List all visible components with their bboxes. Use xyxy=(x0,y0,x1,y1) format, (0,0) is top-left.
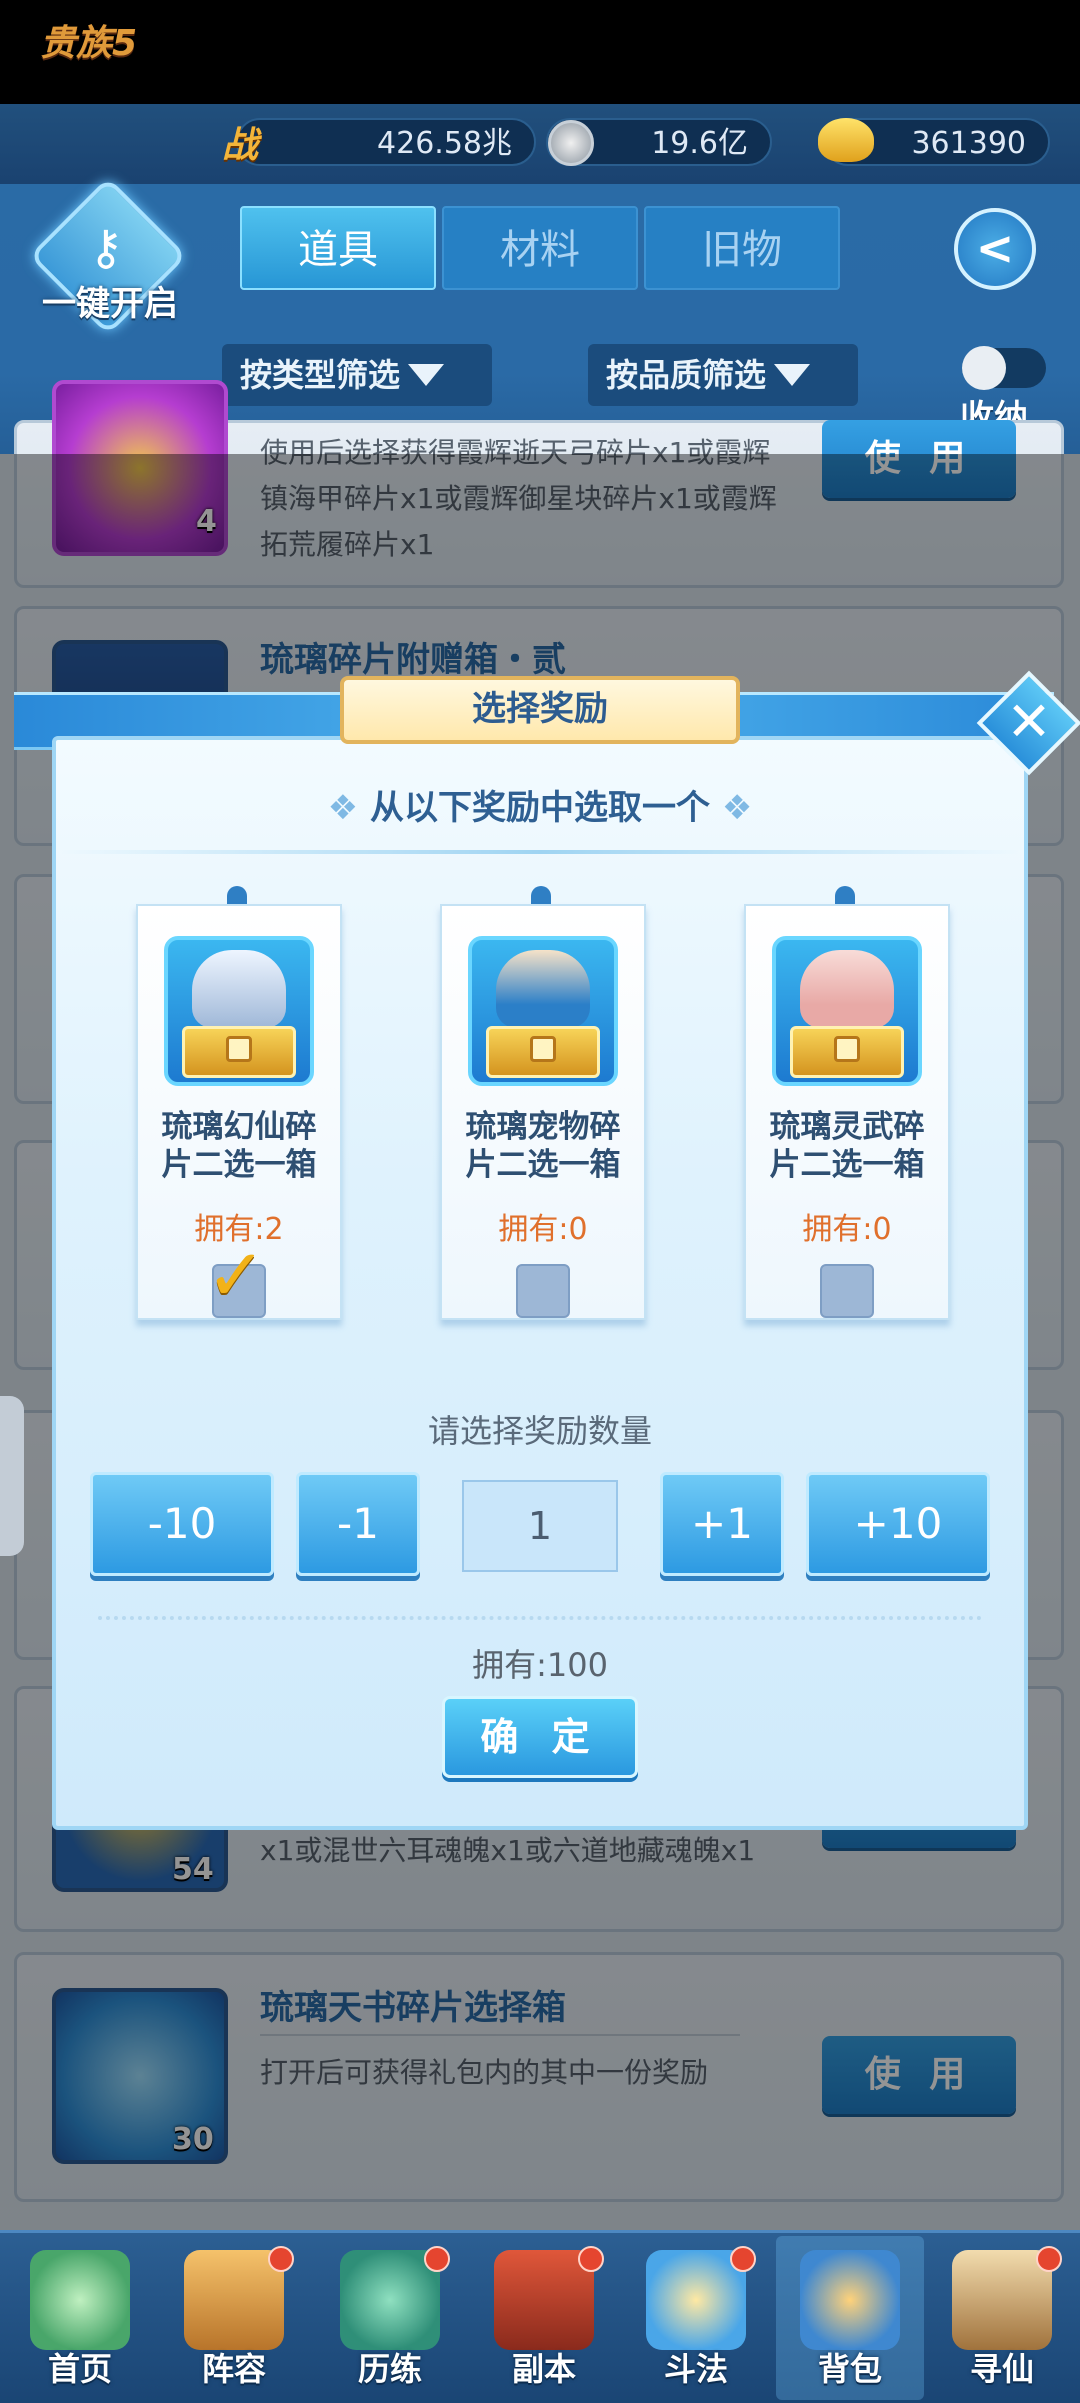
confirm-button[interactable]: 确 定 xyxy=(442,1696,638,1778)
nav-label: 背包 xyxy=(817,2350,882,2388)
combat-icon: 战 xyxy=(222,125,259,166)
reward-chest-icon[interactable] xyxy=(164,936,314,1086)
nav-label: 历练 xyxy=(357,2350,422,2388)
nav-label: 寻仙 xyxy=(969,2350,1034,2388)
notification-badge xyxy=(578,2246,604,2272)
instruction-text: ❖ 从以下奖励中选取一个 ❖ xyxy=(327,788,753,828)
nav-item-backpack[interactable]: 背包 xyxy=(776,2240,924,2400)
reward-option-name: 琉璃灵武碎 片二选一箱 xyxy=(769,1109,925,1183)
backpack-icon xyxy=(800,2250,900,2350)
notification-badge xyxy=(424,2246,450,2272)
gold-ingot-icon xyxy=(818,118,874,162)
nav-item-duel[interactable]: 斗法 xyxy=(622,2240,770,2400)
reward-checkbox[interactable] xyxy=(820,1264,874,1318)
side-drawer-handle[interactable] xyxy=(0,1396,24,1556)
reward-checkbox[interactable] xyxy=(516,1264,570,1318)
nav-label: 阵容 xyxy=(201,2350,266,2388)
funnel-icon xyxy=(408,364,445,386)
notification-badge xyxy=(1036,2246,1062,2272)
nav-label: 首页 xyxy=(47,2350,112,2388)
combat-power-display: 426.58兆 xyxy=(236,118,536,166)
notification-badge xyxy=(730,2246,756,2272)
back-button[interactable]: < xyxy=(954,208,1036,290)
reward-owned-count: 拥有:0 xyxy=(802,1212,892,1247)
noble-level-badge[interactable]: 贵族5 xyxy=(40,14,137,66)
nav-label: 副本 xyxy=(511,2350,576,2388)
toggle-knob xyxy=(962,346,1006,390)
divider xyxy=(60,850,1020,854)
nav-item-training[interactable]: 历练 xyxy=(316,2240,464,2400)
diamond-ornament-icon: ❖ xyxy=(327,788,370,828)
reward-chest-icon[interactable] xyxy=(772,936,922,1086)
filter-type-label: 按类型筛选 xyxy=(240,356,401,394)
filter-quality-label: 按品质筛选 xyxy=(606,356,767,394)
funnel-icon xyxy=(774,364,811,386)
tab-relics[interactable]: 旧物 xyxy=(644,206,840,290)
minus-10-button[interactable]: -10 xyxy=(90,1472,274,1576)
notification-badge xyxy=(268,2246,294,2272)
checkmark-icon: ✓ xyxy=(206,1233,267,1317)
filter-by-quality-button[interactable]: 按品质筛选 xyxy=(588,344,858,406)
reward-chest-icon[interactable] xyxy=(468,936,618,1086)
reward-owned-count: 拥有:0 xyxy=(498,1212,588,1247)
minus-1-button[interactable]: -1 xyxy=(296,1472,420,1576)
filter-by-type-button[interactable]: 按类型筛选 xyxy=(222,344,492,406)
status-bar xyxy=(0,0,1080,104)
nav-item-seek-immortal[interactable]: 寻仙 xyxy=(928,2240,1076,2400)
nav-label: 斗法 xyxy=(663,2350,728,2388)
one-click-open-label[interactable]: 一键开启 xyxy=(30,276,190,325)
diamond-ornament-icon: ❖ xyxy=(710,788,753,828)
dialog-title: 选择奖励 xyxy=(340,676,740,744)
nav-item-dungeon[interactable]: 副本 xyxy=(470,2240,618,2400)
quantity-input[interactable]: 1 xyxy=(462,1480,618,1572)
tab-items[interactable]: 道具 xyxy=(240,206,436,290)
quantity-prompt: 请选择奖励数量 xyxy=(427,1412,652,1450)
back-arrow-icon: < xyxy=(975,221,1015,275)
key-icon: ⚷ xyxy=(88,220,124,276)
nav-item-lineup[interactable]: 阵容 xyxy=(160,2240,308,2400)
close-icon: ✕ xyxy=(1006,690,1052,753)
reward-option-name: 琉璃幻仙碎 片二选一箱 xyxy=(161,1109,317,1183)
home-icon xyxy=(30,2250,130,2350)
owned-total: 拥有:100 xyxy=(472,1646,608,1684)
nav-item-home[interactable]: 首页 xyxy=(6,2240,154,2400)
tab-materials[interactable]: 材料 xyxy=(442,206,638,290)
plus-1-button[interactable]: +1 xyxy=(660,1472,784,1576)
coin-icon xyxy=(548,120,594,166)
plus-10-button[interactable]: +10 xyxy=(806,1472,990,1576)
reward-option-name: 琉璃宠物碎 片二选一箱 xyxy=(465,1109,621,1183)
divider xyxy=(98,1616,982,1620)
